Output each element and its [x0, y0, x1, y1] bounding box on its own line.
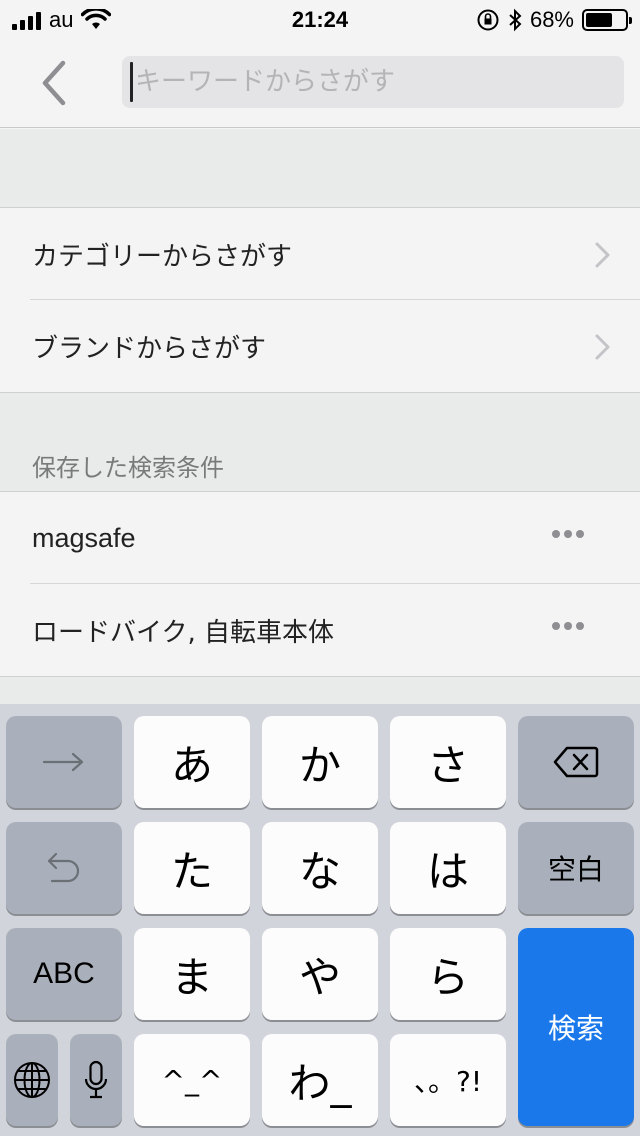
status-bar: au 21:24 68%	[0, 0, 640, 40]
key-label: や	[298, 952, 341, 1002]
space-key[interactable]: 空白	[518, 822, 634, 914]
browse-by-brand-row[interactable]: ブランドからさがす	[0, 300, 640, 392]
key-label: な	[298, 846, 341, 896]
kana-key-wa[interactable]: わ_	[262, 1034, 378, 1126]
row-label: ブランドからさがす	[32, 333, 267, 364]
key-label: か	[298, 740, 341, 790]
microphone-icon	[84, 1060, 108, 1099]
punctuation-key[interactable]: 、。?!	[390, 1034, 506, 1126]
list-footer	[0, 676, 640, 704]
search-key[interactable]: 検索	[518, 928, 634, 1126]
key-label: は	[426, 846, 469, 896]
more-options-icon[interactable]	[552, 530, 584, 538]
saved-search-item[interactable]: magsafe	[0, 492, 640, 584]
saved-search-label: ロードバイク, 自転車本体	[32, 617, 335, 648]
section-title: 保存した検索条件	[32, 454, 224, 482]
text-caret	[130, 62, 133, 102]
section-spacer	[0, 129, 640, 208]
chevron-left-icon	[42, 60, 66, 106]
battery-icon	[582, 9, 632, 31]
key-label: ABC	[33, 957, 95, 990]
key-label: わ_	[288, 1058, 352, 1108]
key-label: た	[170, 846, 213, 896]
key-label: ^_^	[161, 1063, 223, 1097]
status-right: 68%	[476, 7, 632, 33]
key-label: 空白	[547, 853, 604, 886]
search-header	[0, 40, 640, 128]
globe-icon	[14, 1062, 50, 1098]
kana-key-ma[interactable]: ま	[134, 928, 250, 1020]
row-label: カテゴリーからさがす	[32, 241, 293, 272]
kana-key-ka[interactable]: か	[262, 716, 378, 808]
kana-key-sa[interactable]: さ	[390, 716, 506, 808]
key-label: ま	[170, 952, 213, 1002]
key-label: あ	[170, 740, 213, 790]
abc-mode-key[interactable]: ABC	[6, 928, 122, 1020]
globe-key[interactable]	[6, 1034, 58, 1126]
kana-key-ya[interactable]: や	[262, 928, 378, 1020]
search-field[interactable]	[122, 56, 624, 108]
delete-icon	[553, 746, 599, 778]
dictation-key[interactable]	[70, 1034, 122, 1126]
delete-key[interactable]	[518, 716, 634, 808]
browse-by-category-row[interactable]: カテゴリーからさがす	[0, 208, 640, 300]
orientation-lock-icon	[477, 9, 499, 31]
key-label: 、。?!	[413, 1065, 483, 1098]
more-options-icon[interactable]	[552, 622, 584, 630]
battery-percent: 68%	[529, 7, 574, 32]
kana-key-na[interactable]: な	[262, 822, 378, 914]
key-label: 検索	[547, 1012, 604, 1045]
browse-list: カテゴリーからさがす ブランドからさがす	[0, 208, 640, 392]
kana-key-a[interactable]: あ	[134, 716, 250, 808]
search-input[interactable]	[135, 67, 595, 97]
key-label: ら	[426, 952, 469, 1002]
undo-icon	[47, 852, 80, 883]
saved-search-item[interactable]: ロードバイク, 自転車本体	[0, 584, 640, 676]
bluetooth-icon	[509, 8, 522, 32]
kana-key-ra[interactable]: ら	[390, 928, 506, 1020]
key-label: さ	[426, 740, 469, 790]
chevron-right-icon	[595, 242, 610, 268]
arrow-right-icon	[42, 752, 84, 772]
kana-key-ta[interactable]: た	[134, 822, 250, 914]
undo-key[interactable]	[6, 822, 122, 914]
battery-fill	[586, 13, 612, 27]
chevron-right-icon	[595, 334, 610, 360]
japanese-kana-keyboard: あ か さ た な は 空白 ABC ま や ら 検索 ^_^ わ_ 、。?!	[0, 704, 640, 1136]
saved-search-label: magsafe	[32, 522, 136, 553]
saved-searches-list: magsafe ロードバイク, 自転車本体	[0, 492, 640, 676]
kana-key-ha[interactable]: は	[390, 822, 506, 914]
emoticon-key[interactable]: ^_^	[134, 1034, 250, 1126]
back-button[interactable]	[30, 58, 80, 108]
next-candidate-key[interactable]	[6, 716, 122, 808]
saved-searches-header: 保存した検索条件	[0, 392, 640, 492]
